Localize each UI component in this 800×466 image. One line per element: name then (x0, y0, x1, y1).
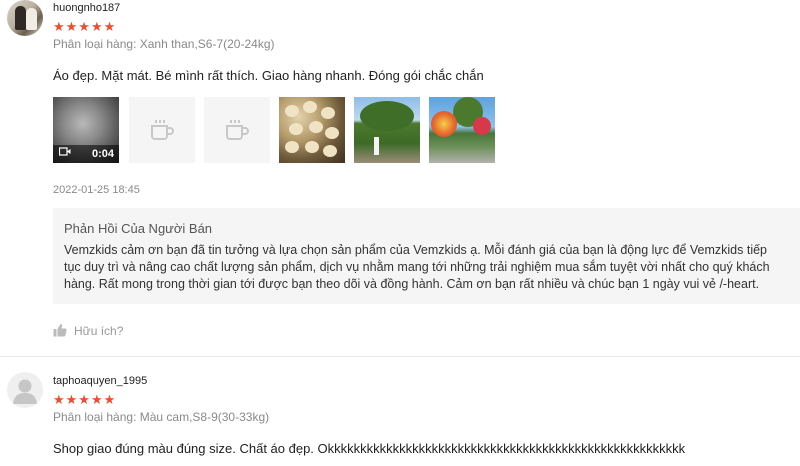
review-timestamp: 2022-01-25 18:45 (53, 184, 140, 196)
review-comment: Shop giao đúng màu đúng size. Chất áo đẹ… (53, 441, 686, 456)
rating-stars: ★★★★★ (53, 19, 117, 34)
review-item: taphoaquyen_1995 ★★★★★ Phân loại hàng: M… (0, 357, 800, 466)
avatar[interactable] (7, 372, 43, 408)
thumbs-up-icon (53, 324, 67, 337)
review-comment: Áo đẹp. Mặt mát. Bé mình rất thích. Giao… (53, 68, 484, 83)
review-item: huongnho187 ★★★★★ Phân loại hàng: Xanh t… (0, 0, 800, 356)
reviewer-username: taphoaquyen_1995 (53, 375, 148, 387)
rating-stars: ★★★★★ (53, 392, 117, 407)
review-image-thumbnail[interactable] (429, 97, 495, 163)
image-placeholder-icon (151, 120, 174, 140)
product-variant: Phân loại hàng: Màu cam,S8-9(30-33kg) (53, 410, 270, 424)
seller-reply-text: Vemzkids cảm ơn bạn đã tin tưởng và lựa … (64, 243, 770, 291)
product-variant: Phân loại hàng: Xanh than,S6-7(20-24kg) (53, 37, 275, 51)
helpful-label: Hữu ích? (74, 324, 124, 338)
review-image-thumbnail[interactable] (354, 97, 420, 163)
seller-reply: Phản Hồi Của Người Bán Vemzkids cảm ơn b… (53, 208, 800, 304)
review-image-thumbnail[interactable] (279, 97, 345, 163)
review-video-thumbnail[interactable]: 0:04 (53, 97, 119, 163)
review-image-thumbnail[interactable] (129, 97, 195, 163)
video-camera-icon (58, 147, 71, 159)
seller-reply-title: Phản Hồi Của Người Bán (64, 221, 213, 236)
video-duration: 0:04 (91, 148, 114, 160)
reviewer-username: huongnho187 (53, 2, 121, 14)
review-image-thumbnail[interactable] (204, 97, 270, 163)
image-placeholder-icon (226, 120, 249, 140)
avatar[interactable] (7, 0, 43, 36)
user-icon (13, 379, 37, 404)
